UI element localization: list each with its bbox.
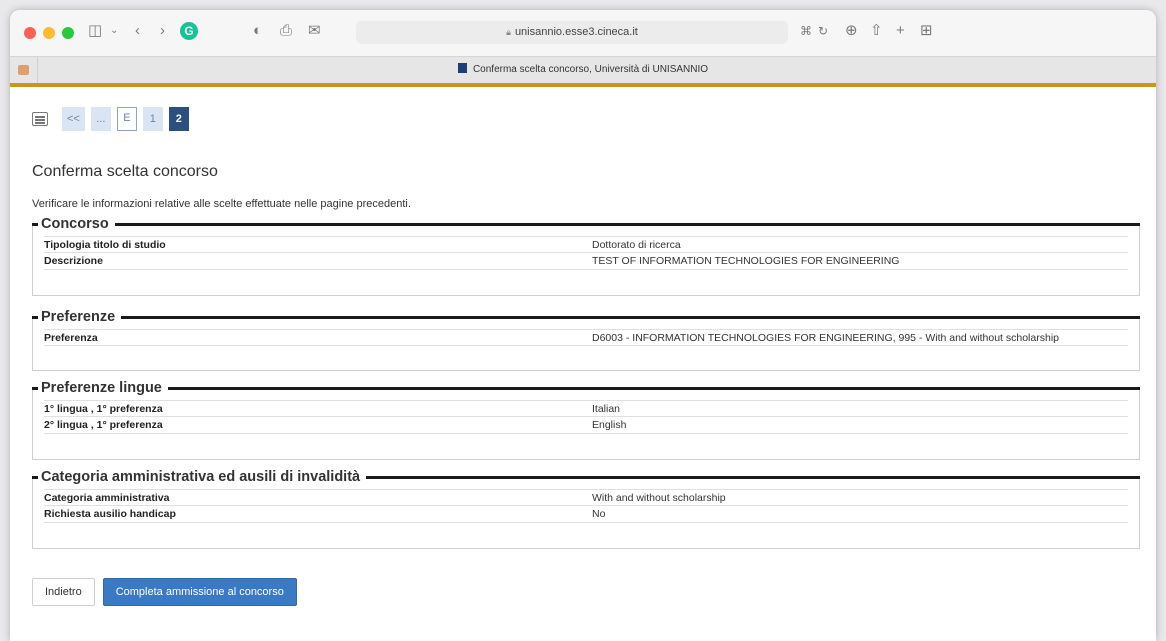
tab-favicon bbox=[457, 63, 467, 73]
row-label: Preferenza bbox=[44, 332, 98, 344]
form-actions: Indietro Completa ammissione al concorso bbox=[32, 578, 297, 606]
active-tab[interactable]: Conferma scelta concorso, Università di … bbox=[10, 57, 1156, 83]
row-value: Italian bbox=[592, 403, 621, 415]
table-row: Descrizione TEST OF INFORMATION TECHNOLO… bbox=[44, 253, 1128, 270]
table-row: Richiesta ausilio handicap No bbox=[44, 506, 1128, 523]
tab-bar: Conferma scelta concorso, Università di … bbox=[10, 56, 1156, 83]
step-navigation: << ... E 1 2 bbox=[32, 107, 189, 131]
step-ellipsis[interactable]: ... bbox=[90, 107, 111, 131]
browser-toolbar: ◫ ⌄ ‹ › G ◐ ⎙ ✉ 🔒︎ unisannio.esse3.cineca… bbox=[10, 10, 1156, 56]
row-value: Dottorato di ricerca bbox=[592, 239, 681, 251]
row-value: With and without scholarship bbox=[592, 492, 726, 504]
section-concorso: Concorso Tipologia titolo di studio Dott… bbox=[32, 214, 1140, 296]
page-title: Conferma scelta concorso bbox=[32, 163, 218, 180]
minimize-window-button[interactable] bbox=[43, 27, 55, 39]
step-2[interactable]: 2 bbox=[168, 107, 189, 131]
grammarly-icon[interactable]: G bbox=[180, 22, 198, 40]
row-value: D6003 - INFORMATION TECHNOLOGIES FOR ENG… bbox=[592, 332, 1059, 344]
step-first[interactable]: << bbox=[62, 107, 85, 131]
row-value: English bbox=[592, 419, 627, 431]
table-row: 2° lingua , 1° preferenza English bbox=[44, 417, 1128, 434]
row-value: No bbox=[592, 508, 606, 520]
new-tab-icon[interactable]: + bbox=[896, 21, 905, 41]
close-window-button[interactable] bbox=[24, 27, 36, 39]
sidebar-icon[interactable]: ◫ bbox=[88, 21, 102, 41]
table-row: Preferenza D6003 - INFORMATION TECHNOLOG… bbox=[44, 329, 1128, 346]
reload-icon[interactable]: ↻ bbox=[818, 21, 828, 41]
section-box: Tipologia titolo di studio Dottorato di … bbox=[32, 226, 1140, 296]
section-preferenze-lingue: Preferenze lingue 1° lingua , 1° prefere… bbox=[32, 378, 1140, 460]
table-row: 1° lingua , 1° preferenza Italian bbox=[44, 400, 1128, 417]
zoom-window-button[interactable] bbox=[62, 27, 74, 39]
row-label: Tipologia titolo di studio bbox=[44, 239, 166, 251]
download-icon[interactable]: ⊕ bbox=[845, 21, 858, 41]
section-box: 1° lingua , 1° preferenza Italian 2° lin… bbox=[32, 390, 1140, 460]
table-row: Tipologia titolo di studio Dottorato di … bbox=[44, 236, 1128, 253]
url-text: unisannio.esse3.cineca.it bbox=[514, 26, 638, 38]
row-label: Categoria amministrativa bbox=[44, 492, 170, 504]
complete-admission-button[interactable]: Completa ammissione al concorso bbox=[102, 578, 297, 606]
chevron-down-icon[interactable]: ⌄ bbox=[110, 21, 118, 41]
section-preferenze: Preferenze Preferenza D6003 - INFORMATIO… bbox=[32, 307, 1140, 371]
section-box: Categoria amministrativa With and withou… bbox=[32, 479, 1140, 549]
window-controls bbox=[24, 27, 74, 39]
page-intro: Verificare le informazioni relative alle… bbox=[32, 198, 411, 210]
row-label: 1° lingua , 1° preferenza bbox=[44, 403, 163, 415]
row-label: Richiesta ausilio handicap bbox=[44, 508, 176, 520]
back-nav-icon[interactable]: ‹ bbox=[135, 21, 140, 41]
row-label: 2° lingua , 1° preferenza bbox=[44, 419, 163, 431]
table-row: Categoria amministrativa With and withou… bbox=[44, 489, 1128, 506]
section-categoria-amministrativa: Categoria amministrativa ed ausili di in… bbox=[32, 467, 1140, 549]
row-value: TEST OF INFORMATION TECHNOLOGIES FOR ENG… bbox=[592, 255, 900, 267]
print-icon[interactable]: ⎙ bbox=[280, 21, 292, 41]
share-icon[interactable]: ⇧ bbox=[870, 21, 883, 41]
translate-icon[interactable]: ⌘ bbox=[800, 21, 812, 41]
step-1[interactable]: 1 bbox=[142, 107, 163, 131]
list-icon[interactable] bbox=[32, 112, 48, 126]
browser-window: ◫ ⌄ ‹ › G ◐ ⎙ ✉ 🔒︎ unisannio.esse3.cineca… bbox=[10, 10, 1156, 641]
back-button[interactable]: Indietro bbox=[32, 578, 95, 606]
forward-nav-icon[interactable]: › bbox=[160, 21, 165, 41]
header-accent-bar bbox=[10, 83, 1156, 87]
lock-icon: 🔒︎ bbox=[506, 27, 511, 37]
section-box: Preferenza D6003 - INFORMATION TECHNOLOG… bbox=[32, 319, 1140, 371]
step-e[interactable]: E bbox=[116, 107, 137, 131]
mail-icon[interactable]: ✉ bbox=[308, 21, 321, 41]
tab-overview-icon[interactable]: ⊞ bbox=[920, 21, 933, 41]
row-label: Descrizione bbox=[44, 255, 103, 267]
address-bar[interactable]: 🔒︎ unisannio.esse3.cineca.it bbox=[356, 21, 788, 44]
shield-icon[interactable]: ◐ bbox=[253, 21, 262, 41]
tab-title: Conferma scelta concorso, Università di … bbox=[472, 64, 709, 75]
